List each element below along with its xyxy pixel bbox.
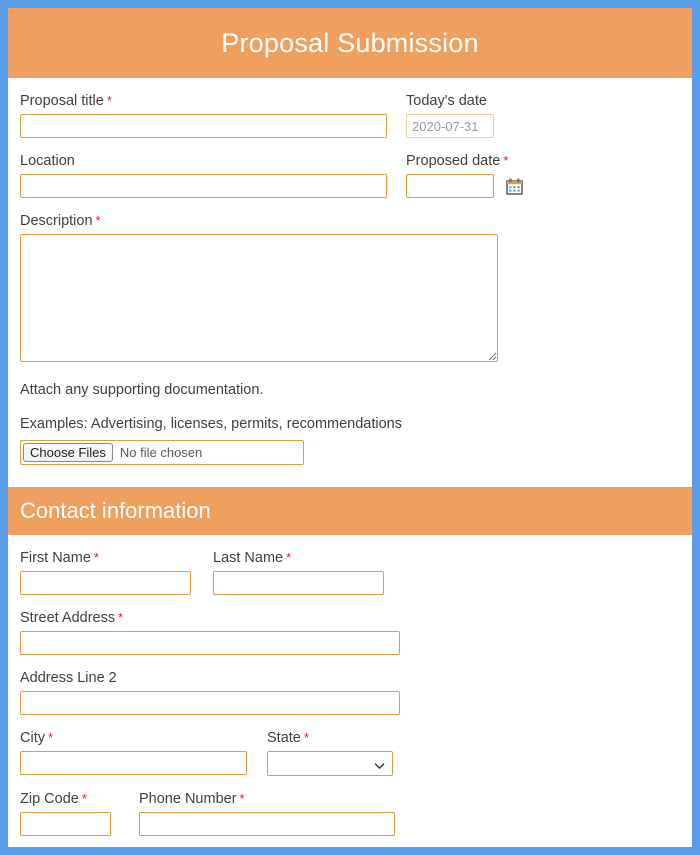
proposed-date-input[interactable] bbox=[406, 174, 494, 198]
file-upload-control[interactable]: Choose Files No file chosen bbox=[20, 440, 304, 465]
state-label: State * bbox=[267, 729, 393, 747]
todays-date-input bbox=[406, 114, 494, 138]
first-name-label-text: First Name bbox=[20, 550, 91, 566]
state-select-wrapper bbox=[267, 751, 393, 776]
street-address-label: Street Address * bbox=[20, 609, 680, 627]
proposed-date-control bbox=[406, 174, 646, 198]
field-group-proposed-date: Proposed date * bbox=[406, 138, 646, 198]
proposal-section: Proposal title* Today's date Location bbox=[8, 78, 692, 487]
last-name-input[interactable] bbox=[213, 571, 384, 595]
field-group-todays-date: Today's date bbox=[406, 78, 646, 138]
zip-code-label: Zip Code * bbox=[20, 790, 111, 808]
contact-section-header: Contact information bbox=[8, 487, 692, 535]
first-name-label: First Name * bbox=[20, 549, 191, 567]
required-asterisk: * bbox=[106, 93, 112, 108]
city-input[interactable] bbox=[20, 751, 247, 775]
description-textarea[interactable] bbox=[20, 234, 498, 362]
description-label-text: Description bbox=[20, 213, 93, 229]
location-label-text: Location bbox=[20, 153, 75, 169]
street-address-label-text: Street Address bbox=[20, 610, 116, 626]
zip-code-input[interactable] bbox=[20, 812, 111, 836]
row-zip-phone: Zip Code * Phone Number * bbox=[20, 776, 680, 836]
contact-section-title: Contact information bbox=[20, 498, 211, 523]
city-label: City * bbox=[20, 729, 247, 747]
file-chosen-status: No file chosen bbox=[119, 445, 203, 460]
field-group-phone-number: Phone Number * bbox=[139, 776, 395, 836]
first-name-input[interactable] bbox=[20, 571, 191, 595]
row-title-date: Proposal title * Today's date bbox=[20, 78, 680, 138]
field-group-address-line-2: Address Line 2 bbox=[20, 669, 680, 715]
row-city-state: City * State * bbox=[20, 715, 680, 776]
attachment-examples: Examples: Advertising, licenses, permits… bbox=[20, 416, 402, 432]
address-line-2-label: Address Line 2 bbox=[20, 669, 680, 687]
row-location-proposeddate: Location Proposed date * bbox=[20, 138, 680, 198]
form-content: Proposal Submission Proposal title * Toda… bbox=[8, 8, 692, 847]
description-label: Description * bbox=[20, 212, 680, 230]
proposal-title-label: Proposal title * bbox=[20, 92, 387, 110]
attachment-instruction: Attach any supporting documentation. bbox=[20, 382, 264, 398]
choose-files-button[interactable]: Choose Files bbox=[23, 443, 113, 462]
calendar-icon[interactable] bbox=[506, 178, 523, 195]
column-gap bbox=[111, 776, 139, 836]
required-asterisk: * bbox=[503, 153, 509, 168]
proposed-date-label: Proposed date * bbox=[406, 152, 646, 170]
field-group-location: Location bbox=[20, 138, 387, 198]
required-asterisk: * bbox=[95, 213, 101, 228]
phone-number-label-text: Phone Number bbox=[139, 791, 237, 807]
proposal-title-input[interactable] bbox=[20, 114, 387, 138]
field-group-proposal-title: Proposal title * bbox=[20, 78, 387, 138]
last-name-label: Last Name * bbox=[213, 549, 384, 567]
required-asterisk: * bbox=[303, 730, 309, 745]
state-select[interactable] bbox=[267, 751, 393, 776]
phone-number-input[interactable] bbox=[139, 812, 395, 836]
proposed-date-label-text: Proposed date bbox=[406, 153, 501, 169]
location-label: Location bbox=[20, 152, 387, 170]
phone-number-label: Phone Number * bbox=[139, 790, 395, 808]
location-input[interactable] bbox=[20, 174, 387, 198]
contact-section: First Name * Last Name * Street Address * bbox=[8, 535, 692, 836]
required-asterisk: * bbox=[93, 550, 99, 565]
field-group-first-name: First Name * bbox=[20, 535, 191, 595]
column-gap bbox=[191, 535, 213, 595]
page-title: Proposal Submission bbox=[221, 27, 479, 58]
field-group-state: State * bbox=[267, 715, 393, 776]
address-line-2-label-text: Address Line 2 bbox=[20, 670, 117, 686]
required-asterisk: * bbox=[286, 550, 292, 565]
zip-code-label-text: Zip Code bbox=[20, 791, 79, 807]
row-name: First Name * Last Name * bbox=[20, 535, 680, 595]
required-asterisk: * bbox=[239, 791, 245, 806]
address-line-2-input[interactable] bbox=[20, 691, 400, 715]
field-group-description: Description * bbox=[20, 212, 680, 362]
field-group-last-name: Last Name * bbox=[213, 535, 384, 595]
page-header: Proposal Submission bbox=[8, 8, 692, 78]
todays-date-label-text: Today's date bbox=[406, 93, 487, 109]
todays-date-label: Today's date bbox=[406, 92, 646, 110]
form-window: Proposal Submission Proposal title * Toda… bbox=[0, 0, 700, 855]
column-gap bbox=[247, 715, 267, 776]
field-group-street-address: Street Address * bbox=[20, 609, 680, 655]
required-asterisk: * bbox=[47, 730, 54, 745]
proposal-title-label-text: Proposal title bbox=[20, 93, 104, 109]
field-group-zip-code: Zip Code * bbox=[20, 776, 111, 836]
required-asterisk: * bbox=[81, 791, 87, 806]
required-asterisk: * bbox=[118, 610, 124, 625]
last-name-label-text: Last Name bbox=[213, 550, 284, 566]
field-group-city: City * bbox=[20, 715, 247, 776]
city-label-text: City bbox=[20, 730, 45, 746]
state-label-text: State bbox=[267, 730, 301, 746]
street-address-input[interactable] bbox=[20, 631, 400, 655]
